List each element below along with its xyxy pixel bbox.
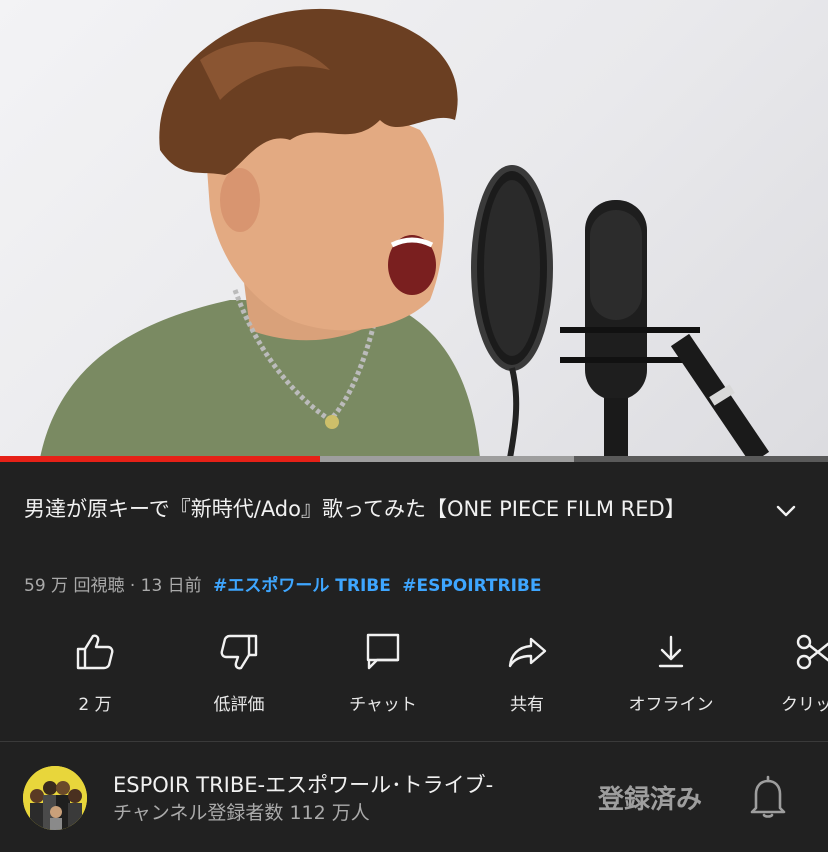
bell-icon[interactable] xyxy=(748,774,788,820)
hashtag-link[interactable]: #エスポワール TRIBE xyxy=(213,576,391,596)
progress-played xyxy=(0,456,320,462)
hashtag-link[interactable]: #ESPOIRTRIBE xyxy=(402,576,541,596)
share-icon xyxy=(508,637,547,668)
dislike-button[interactable]: 低評価 xyxy=(174,630,304,715)
share-label: 共有 xyxy=(510,695,544,715)
like-count: 2 万 xyxy=(78,695,112,715)
chat-label: チャット xyxy=(349,695,417,715)
subscriber-count: チャンネル登録者数 112 万人 xyxy=(113,802,370,824)
download-icon xyxy=(658,635,684,668)
dislike-label: 低評価 xyxy=(213,695,265,715)
video-progress-bar[interactable] xyxy=(0,456,828,462)
action-bar: 2 万 低評価 チャット 共有 オフライン クリップ xyxy=(0,630,828,720)
video-player[interactable] xyxy=(0,0,828,458)
video-frame-illustration xyxy=(40,8,770,458)
channel-name[interactable]: ESPOIR TRIBE-エスポワール･トライブ- xyxy=(113,769,493,799)
chat-icon xyxy=(366,633,400,670)
section-divider xyxy=(0,741,828,742)
thumbs-down-icon xyxy=(220,634,258,670)
video-meta: 59 万 回視聴 · 13 日前 #エスポワール TRIBE #ESPOIRTR… xyxy=(24,571,542,596)
chevron-down-icon[interactable] xyxy=(773,497,799,523)
channel-avatar[interactable] xyxy=(23,766,87,830)
chat-button[interactable]: チャット xyxy=(318,630,448,715)
clip-label: クリップ xyxy=(781,695,828,715)
scissors-icon xyxy=(796,634,828,670)
video-title[interactable]: 男達が原キーで『新時代/Ado』歌ってみた【ONE PIECE FILM RED… xyxy=(24,492,714,526)
share-button[interactable]: 共有 xyxy=(462,630,592,715)
download-button[interactable]: オフライン xyxy=(606,630,736,715)
download-label: オフライン xyxy=(628,695,714,715)
subscribed-button[interactable]: 登録済み xyxy=(598,779,702,816)
clip-button[interactable]: クリップ xyxy=(750,630,828,715)
view-count-and-age: 59 万 回視聴 · 13 日前 xyxy=(24,576,202,596)
channel-avatar-image xyxy=(23,766,87,830)
like-button[interactable]: 2 万 xyxy=(30,630,160,715)
thumbs-up-icon xyxy=(76,634,114,670)
